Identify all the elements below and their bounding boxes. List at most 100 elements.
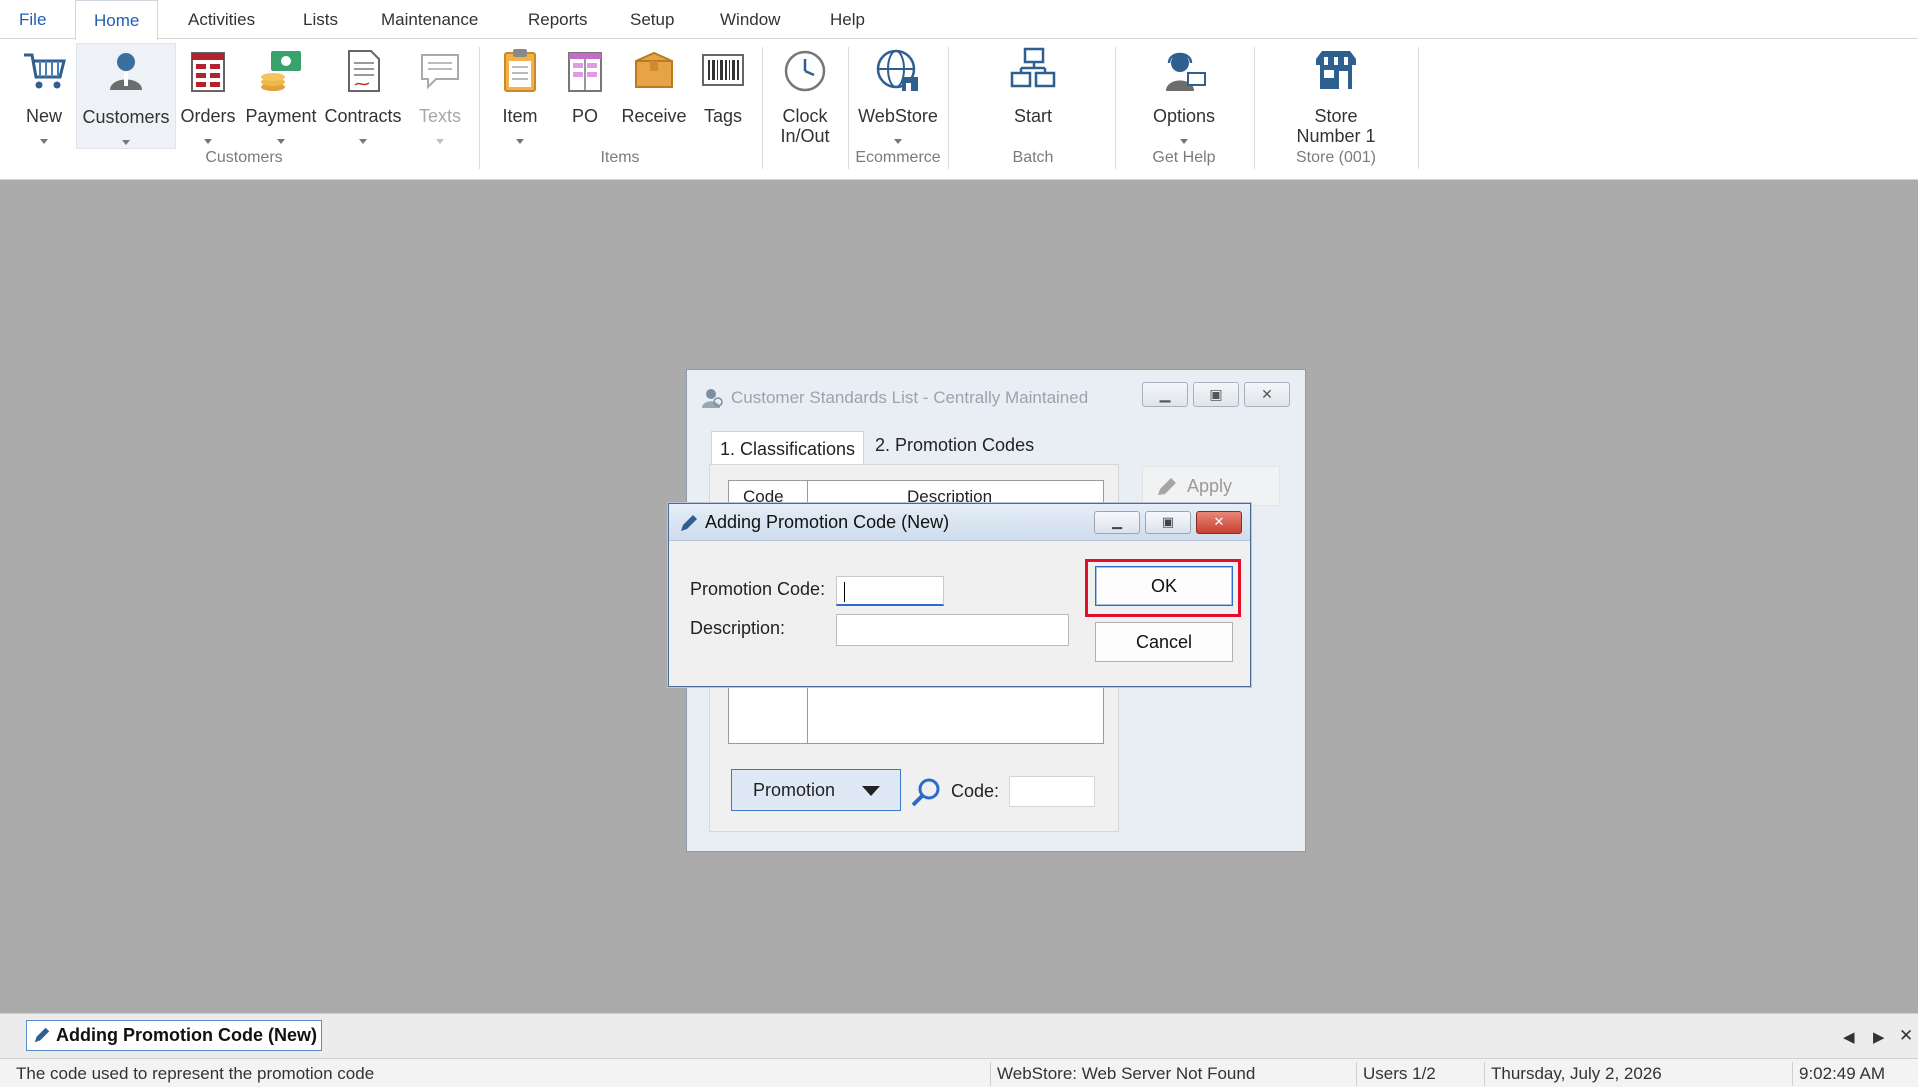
dialog-maximize-button[interactable]: ▣ [1145,511,1191,534]
pencil-icon [681,515,697,531]
status-bar: The code used to represent the promotion… [0,1058,1918,1087]
orders-button[interactable]: Orders [178,43,238,149]
menu-lists[interactable]: Lists [285,0,356,39]
chevron-down-icon [277,139,285,144]
webstore-label: WebStore [858,106,938,126]
menu-maintenance[interactable]: Maintenance [363,0,496,39]
start-label: Start [1013,106,1052,126]
globe-store-icon [876,49,918,91]
group-divider [1115,47,1116,169]
customers-button[interactable]: Customers [76,43,176,149]
chevron-down-icon [436,139,444,144]
texts-button[interactable]: Texts [408,43,472,149]
tab-promotion-codes[interactable]: 2. Promotion Codes [867,428,1043,462]
po-label: PO [571,106,598,126]
window-task-strip: Adding Promotion Code (New) ◀ ▶ ✕ [0,1013,1918,1058]
group-store-label: Store (001) [1295,149,1377,166]
po-button[interactable]: PO [556,43,614,149]
status-webstore: WebStore: Web Server Not Found [990,1062,1352,1086]
receive-button[interactable]: Receive [616,43,692,149]
webstore-button[interactable]: WebStore [852,43,944,149]
open-window-label: Adding Promotion Code (New) [56,1025,317,1045]
group-divider [948,47,949,169]
dialog-minimize-button[interactable]: ▁ [1094,511,1140,534]
menu-reports[interactable]: Reports [510,0,606,39]
message-icon [421,54,459,90]
clock-in-out-button[interactable]: Clock In/Out [770,43,840,149]
status-time: 9:02:49 AM [1792,1062,1918,1086]
start-batch-button[interactable]: Start [994,43,1072,149]
minimize-button[interactable]: ▁ [1142,382,1188,407]
menu-help[interactable]: Help [812,0,883,39]
group-items-label: Items [600,149,640,166]
item-label: Item [502,106,538,126]
options-button[interactable]: Options [1144,43,1224,149]
group-help-label: Get Help [1152,149,1216,166]
pencil-icon [1158,478,1176,495]
code-search-label: Code: [951,781,1000,801]
contract-icon [348,50,380,92]
customers-window-icon [702,389,723,408]
window-title: Customer Standards List - Centrally Main… [731,388,1089,407]
store-button[interactable]: Store Number 1 [1286,43,1386,149]
chevron-down-icon [516,139,524,144]
chevron-down-icon [862,786,880,796]
menu-window[interactable]: Window [702,0,798,39]
menu-home[interactable]: Home [75,0,159,40]
open-window-tab[interactable]: Adding Promotion Code (New) [26,1020,322,1051]
contracts-button[interactable]: Contracts [322,43,404,149]
maximize-button[interactable]: ▣ [1193,382,1239,407]
orders-label: Orders [180,106,236,126]
menu-setup[interactable]: Setup [612,0,692,39]
pencil-icon [34,1027,50,1043]
cancel-button[interactable]: Cancel [1095,622,1233,662]
new-label: New [25,106,62,126]
apply-button[interactable]: Apply [1142,466,1280,506]
close-tab-icon[interactable]: ✕ [1899,1026,1913,1046]
item-button[interactable]: Item [490,43,550,149]
search-icon[interactable] [909,775,943,809]
menu-activities[interactable]: Activities [170,0,273,39]
group-divider [1254,47,1255,169]
group-batch-label: Batch [1012,149,1054,166]
group-divider [762,47,763,169]
menu-file[interactable]: File [19,0,46,39]
group-divider [1418,47,1419,169]
dialog-close-button[interactable]: ✕ [1196,511,1242,534]
dialog-title: Adding Promotion Code (New) [705,512,950,532]
store-label: Store Number 1 [1296,106,1376,146]
search-type-select[interactable]: Promotion [731,769,901,811]
chevron-down-icon [122,140,130,145]
orders-icon [191,52,225,92]
scroll-right-icon[interactable]: ▶ [1873,1028,1885,1046]
dialog-title-bar: Adding Promotion Code (New) ▁ ▣ ✕ [669,504,1250,541]
scroll-left-icon[interactable]: ◀ [1843,1028,1855,1046]
promotion-code-input[interactable] [836,576,944,606]
tags-label: Tags [703,106,743,126]
text-cursor [844,582,845,602]
group-divider [848,47,849,169]
new-button[interactable]: New [16,43,72,149]
tags-button[interactable]: Tags [696,43,750,149]
customers-label: Customers [82,107,170,127]
clock-in-out-label: Clock In/Out [780,106,830,146]
ribbon: New Customers Orders Payment Contracts T… [0,39,1918,180]
texts-label: Texts [418,106,461,126]
customer-icon [110,53,142,90]
group-ecommerce-label: Ecommerce [855,149,941,166]
payment-button[interactable]: Payment [242,43,320,149]
description-input[interactable] [836,614,1069,646]
tab-classifications[interactable]: 1. Classifications [711,431,865,465]
chevron-down-icon [1180,139,1188,144]
group-divider [479,47,480,169]
purchase-order-icon [568,52,602,92]
payment-label: Payment [245,106,317,126]
code-search-input[interactable] [1009,776,1095,807]
status-hint: The code used to represent the promotion… [16,1064,375,1083]
close-button[interactable]: ✕ [1244,382,1290,407]
support-agent-icon [1166,52,1206,91]
promotion-code-label: Promotion Code: [690,579,826,599]
store-icon [1316,51,1356,89]
chevron-down-icon [204,139,212,144]
shopping-cart-icon [24,53,66,89]
